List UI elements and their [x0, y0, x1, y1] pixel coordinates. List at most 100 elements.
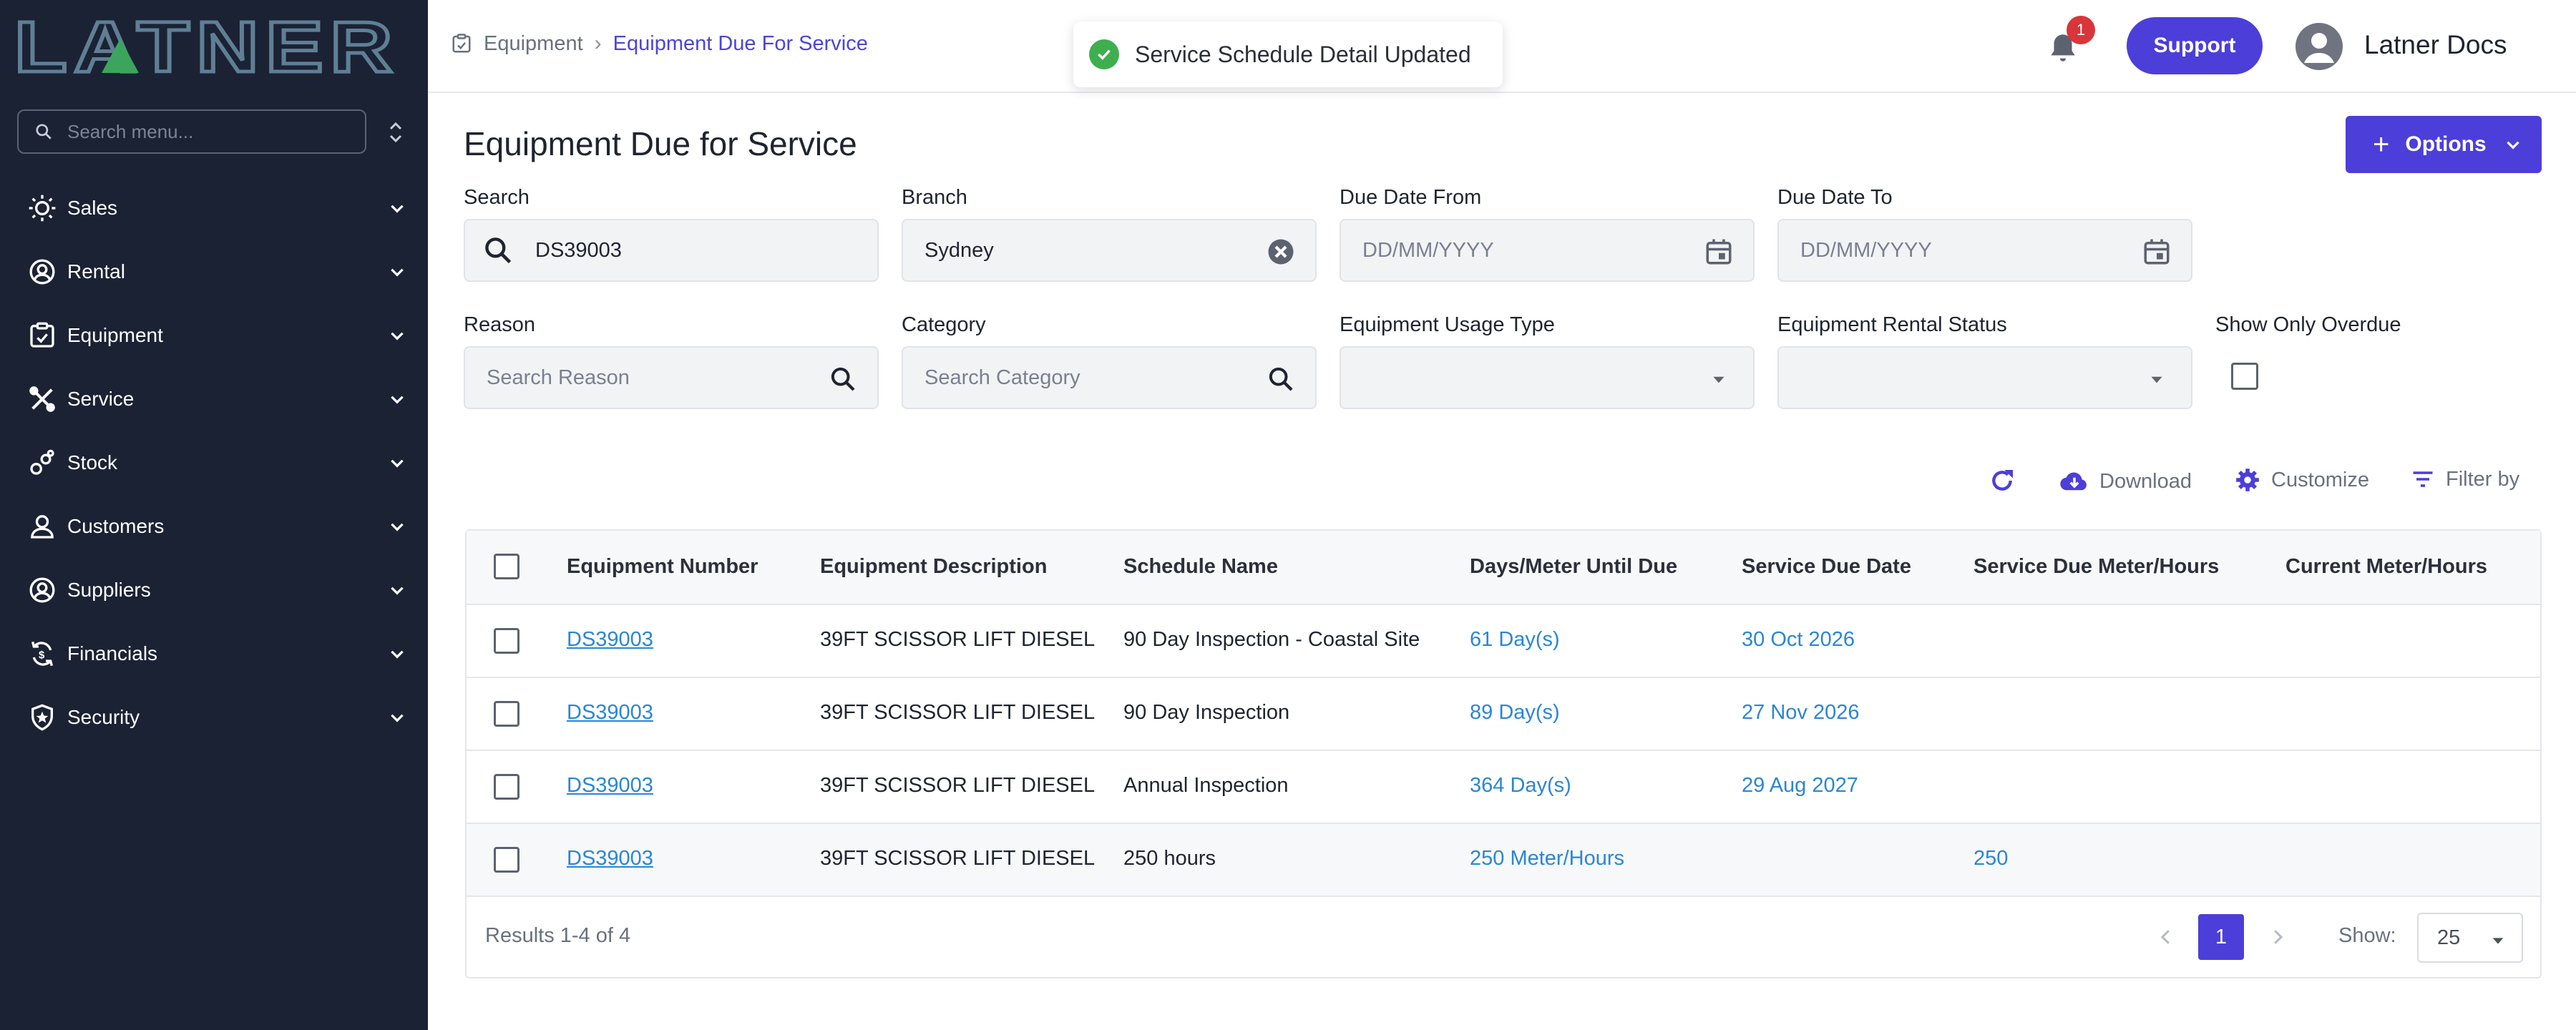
collapse-sidebar-icon[interactable]: [385, 114, 406, 150]
equipment-number-link[interactable]: DS39003: [567, 628, 653, 652]
table-row[interactable]: DS39003 39FT SCISSOR LIFT DIESEL 90 Day …: [467, 678, 2540, 751]
rental-icon: [27, 257, 57, 287]
menu-search-input[interactable]: [67, 120, 353, 143]
options-button[interactable]: + Options: [2346, 116, 2542, 173]
table-row[interactable]: DS39003 39FT SCISSOR LIFT DIESEL 90 Day …: [467, 605, 2540, 678]
clear-icon[interactable]: [1265, 236, 1297, 268]
chevron-down-icon: [391, 650, 404, 659]
sidebar-item-label: Financials: [67, 642, 158, 664]
schedule-name: 90 Day Inspection: [1123, 701, 1290, 724]
breadcrumb: Equipment › Equipment Due For Service: [451, 31, 868, 56]
sidebar-item-label: Equipment: [67, 323, 163, 346]
chevron-down-icon: [391, 205, 404, 213]
sidebar-item-label: Rental: [67, 260, 125, 283]
reason-input[interactable]: [487, 366, 801, 390]
equipment-number-link[interactable]: DS39003: [567, 774, 653, 798]
chevron-left-icon[interactable]: [2155, 923, 2177, 951]
check-icon: [1089, 39, 1119, 69]
customize-label: Customize: [2271, 468, 2369, 491]
rental-status-select[interactable]: [1777, 346, 2192, 409]
search-input[interactable]: [535, 238, 850, 263]
refresh-button[interactable]: [1988, 466, 2026, 495]
sidebar-item-service[interactable]: Service: [0, 367, 428, 431]
sidebar-item-customers[interactable]: Customers: [0, 494, 428, 558]
user-name[interactable]: Latner Docs: [2364, 30, 2507, 60]
service-icon: [27, 384, 57, 414]
service-due-date: 30 Oct 2026: [1742, 628, 1855, 651]
sidebar-item-security[interactable]: Security: [0, 685, 428, 749]
sidebar-item-suppliers[interactable]: Suppliers: [0, 558, 428, 622]
calendar-icon[interactable]: [2141, 236, 2172, 268]
sidebar-item-label: Stock: [67, 451, 118, 474]
equipment-number-link[interactable]: DS39003: [567, 847, 653, 870]
column-header[interactable]: Service Due Date: [1742, 555, 1911, 579]
sidebar-item-equipment[interactable]: Equipment: [0, 303, 428, 367]
notification-badge: 1: [2067, 16, 2095, 44]
menu-search-box[interactable]: [17, 109, 366, 154]
due-from-label: Due Date From: [1340, 186, 1482, 209]
schedule-name: 250 hours: [1123, 847, 1216, 870]
sales-icon: [27, 193, 57, 223]
equipment-number-link[interactable]: DS39003: [567, 701, 653, 725]
page-size-label: Show:: [2338, 924, 2396, 947]
svg-text:LATNER: LATNER: [14, 14, 399, 79]
row-checkbox[interactable]: [494, 847, 519, 873]
column-header[interactable]: Current Meter/Hours: [2285, 555, 2487, 579]
reason-label: Reason: [464, 313, 535, 336]
column-header[interactable]: Equipment Description: [820, 555, 1047, 579]
category-field[interactable]: [902, 346, 1317, 409]
avatar[interactable]: [2296, 23, 2343, 70]
column-header[interactable]: Service Due Meter/Hours: [1974, 555, 2219, 579]
row-checkbox[interactable]: [494, 774, 519, 800]
stock-icon: [27, 448, 57, 478]
page-size-select[interactable]: 25: [2417, 913, 2523, 963]
search-icon: [36, 124, 52, 139]
branch-input[interactable]: [924, 238, 1239, 263]
reason-field[interactable]: [464, 346, 879, 409]
calendar-icon[interactable]: [1703, 236, 1735, 268]
download-button[interactable]: Download: [2059, 466, 2192, 496]
pagination-current-page[interactable]: 1: [2198, 914, 2244, 960]
search-icon[interactable]: [827, 363, 859, 395]
select-all-checkbox[interactable]: [494, 554, 519, 579]
row-checkbox[interactable]: [494, 628, 519, 654]
sidebar-item-financials[interactable]: $ Financials: [0, 622, 428, 685]
table-footer: Results 1-4 of 4 1 Show: 25: [467, 897, 2540, 977]
sidebar-item-stock[interactable]: Stock: [0, 431, 428, 494]
due-from-input[interactable]: [1362, 238, 1677, 263]
days-until-due: 364 Day(s): [1470, 774, 1571, 797]
column-header[interactable]: Days/Meter Until Due: [1470, 555, 1677, 579]
overdue-checkbox[interactable]: [2231, 363, 2258, 390]
due-to-field[interactable]: [1777, 219, 2192, 282]
search-label: Search: [464, 186, 530, 209]
support-button[interactable]: Support: [2127, 17, 2263, 74]
filter-by-button[interactable]: Filter by: [2410, 466, 2519, 492]
table-row[interactable]: DS39003 39FT SCISSOR LIFT DIESEL Annual …: [467, 751, 2540, 824]
customize-button[interactable]: Customize: [2234, 466, 2369, 494]
shield-icon: [27, 702, 57, 732]
row-checkbox[interactable]: [494, 701, 519, 727]
search-icon[interactable]: [1265, 363, 1297, 395]
sidebar-item-rental[interactable]: Rental: [0, 240, 428, 303]
column-header[interactable]: Equipment Number: [567, 555, 758, 579]
equipment-description: 39FT SCISSOR LIFT DIESEL: [820, 774, 1096, 797]
sidebar-item-label: Customers: [67, 514, 165, 537]
due-from-field[interactable]: [1340, 219, 1755, 282]
latner-logo[interactable]: LATNER: [14, 14, 401, 79]
column-header[interactable]: Schedule Name: [1123, 555, 1278, 579]
table-row[interactable]: DS39003 39FT SCISSOR LIFT DIESEL 250 hou…: [467, 824, 2540, 897]
usage-type-select[interactable]: [1340, 346, 1755, 409]
due-to-input[interactable]: [1800, 238, 2115, 263]
breadcrumb-current[interactable]: Equipment Due For Service: [613, 32, 868, 56]
category-input[interactable]: [924, 366, 1239, 390]
sidebar-item-label: Suppliers: [67, 578, 151, 601]
chevron-right-icon[interactable]: [2267, 923, 2288, 951]
breadcrumb-equipment-link[interactable]: Equipment: [484, 32, 583, 56]
branch-field[interactable]: [902, 219, 1317, 282]
search-field[interactable]: [464, 219, 879, 282]
financials-icon: $: [27, 639, 57, 669]
plus-icon: +: [2373, 129, 2390, 160]
toast-message: Service Schedule Detail Updated: [1135, 41, 1471, 67]
filter-icon: [2413, 471, 2433, 487]
sidebar-item-sales[interactable]: Sales: [0, 176, 428, 240]
